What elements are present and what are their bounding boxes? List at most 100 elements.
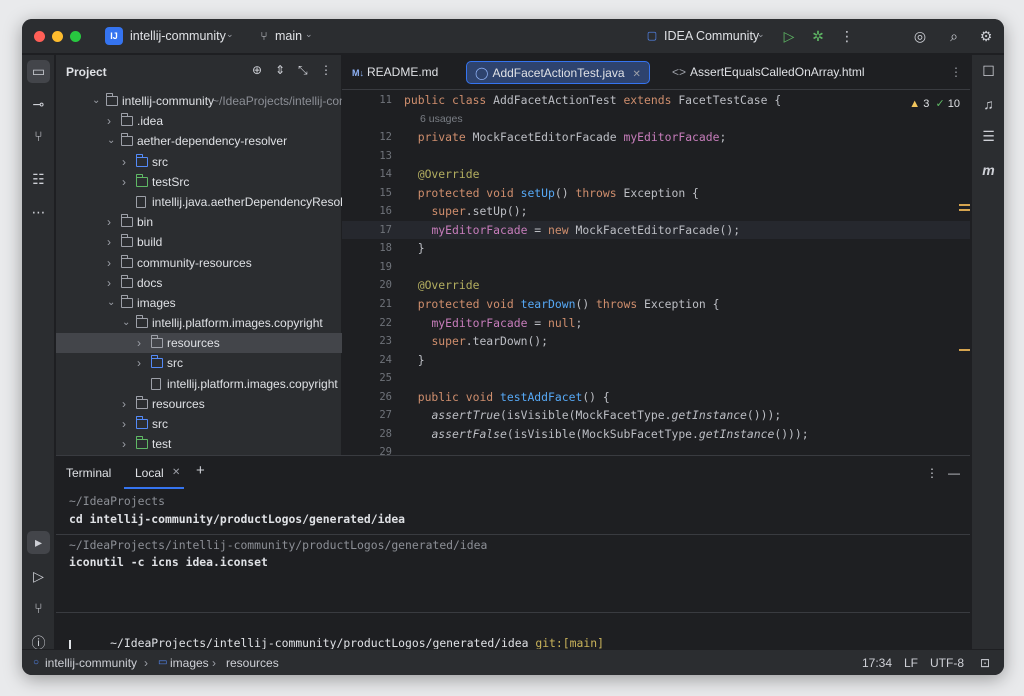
tree-row[interactable]: ⌄ intellij-community ~/IdeaProjects/intell… bbox=[56, 91, 349, 111]
collapse-all-icon[interactable]: ⤡ bbox=[298, 63, 308, 78]
project-tool-icon[interactable]: ▭ bbox=[27, 60, 50, 83]
tree-row[interactable]: › .idea bbox=[56, 111, 342, 131]
code-line[interactable]: 29 bbox=[342, 443, 970, 455]
readonly-lock-icon[interactable]: ⊡ bbox=[980, 656, 990, 670]
more-actions-icon[interactable]: ⋮ bbox=[837, 26, 857, 46]
chevron-right-icon[interactable]: › bbox=[107, 111, 117, 131]
chevron-right-icon[interactable]: › bbox=[122, 434, 132, 454]
chevron-down-icon[interactable]: ⌄ bbox=[122, 313, 132, 333]
notifications-bell-icon[interactable]: ♫ bbox=[977, 93, 1000, 116]
search-icon[interactable]: ⌕ bbox=[944, 26, 964, 46]
chevron-right-icon[interactable]: › bbox=[122, 394, 132, 414]
commit-tool-icon[interactable]: ⊸ bbox=[27, 93, 50, 116]
code-editor[interactable]: ▲ 3 ✓ 10 11 public class AddFacetActionTe… bbox=[342, 91, 970, 455]
code-line[interactable]: 19 bbox=[342, 258, 970, 277]
code-line[interactable]: 15 protected void setUp() throws Excepti… bbox=[342, 184, 970, 203]
zoom-window-button[interactable] bbox=[70, 31, 81, 42]
command-block[interactable]: ~/IdeaProjects cd intellij-community/pro… bbox=[56, 489, 970, 535]
code-line[interactable]: 18 } bbox=[342, 239, 970, 258]
options-icon[interactable]: ⋮ bbox=[320, 63, 332, 77]
chevron-right-icon[interactable]: › bbox=[137, 353, 147, 373]
breadcrumb-resources[interactable]: resources bbox=[226, 656, 279, 670]
tree-row[interactable]: intellij.java.aetherDependencyResolver bbox=[56, 192, 359, 212]
run-icon[interactable]: ▷ bbox=[779, 26, 799, 46]
chevron-right-icon[interactable]: › bbox=[107, 253, 117, 273]
tree-row[interactable]: ⌄ images bbox=[56, 293, 342, 313]
code-line[interactable]: 27 assertTrue(isVisible(MockFacetType.ge… bbox=[342, 406, 970, 425]
tree-row[interactable]: › src bbox=[56, 414, 342, 434]
tree-row[interactable]: intellij.platform.images.copyright bbox=[56, 374, 342, 394]
tab-options-icon[interactable]: ⋮ bbox=[942, 61, 970, 84]
tree-row[interactable]: › src bbox=[56, 353, 342, 373]
tree-row[interactable]: › test bbox=[56, 434, 342, 454]
tree-row[interactable]: ⌄ intellij.platform.images.copyright bbox=[56, 313, 342, 333]
chevron-right-icon[interactable]: › bbox=[122, 172, 132, 192]
code-line[interactable]: 11 public class AddFacetActionTest extend… bbox=[342, 91, 970, 110]
code-line[interactable]: 22 myEditorFacade = null; bbox=[342, 314, 970, 333]
code-line[interactable]: 14 @Override bbox=[342, 165, 970, 184]
close-window-button[interactable] bbox=[34, 31, 45, 42]
terminal-tool-icon[interactable]: ▸ bbox=[27, 531, 50, 554]
more-tools-icon[interactable]: ⋯ bbox=[27, 201, 50, 224]
new-tab-plus-icon[interactable]: + bbox=[196, 462, 205, 479]
tab-addfacetactiontest[interactable]: ◯ AddFacetActionTest.java ✕ bbox=[466, 61, 650, 84]
debug-icon[interactable]: ✲ bbox=[808, 26, 828, 46]
code-line[interactable]: 25 bbox=[342, 369, 970, 388]
tree-row[interactable]: › bin bbox=[56, 212, 342, 232]
code-line[interactable]: 21 protected void tearDown() throws Exce… bbox=[342, 295, 970, 314]
locate-icon[interactable]: ⊕ bbox=[252, 63, 262, 77]
command-block[interactable]: ~/IdeaProjects/intellij-community/produc… bbox=[56, 535, 970, 613]
chevron-right-icon[interactable]: › bbox=[122, 414, 132, 434]
code-line[interactable]: 16 super.setUp(); bbox=[342, 202, 970, 221]
tree-row[interactable]: › testSrc bbox=[56, 172, 342, 192]
tree-row[interactable]: › build bbox=[56, 232, 342, 252]
maven-icon[interactable]: m bbox=[977, 159, 1000, 182]
run-config-selector[interactable]: IDEA Community bbox=[664, 29, 759, 43]
ai-assistant-icon[interactable]: ◎ bbox=[910, 26, 930, 46]
tree-row[interactable]: › src bbox=[56, 152, 342, 172]
chevron-right-icon[interactable]: › bbox=[122, 152, 132, 172]
tree-row[interactable]: › docs bbox=[56, 273, 342, 293]
breadcrumb-images[interactable]: images bbox=[170, 656, 209, 670]
close-tab-icon[interactable]: ✕ bbox=[633, 69, 641, 80]
ai-chat-icon[interactable]: ☐ bbox=[977, 60, 1000, 83]
code-line[interactable]: 24 } bbox=[342, 351, 970, 370]
terminal-tab-local[interactable]: Local bbox=[135, 466, 164, 480]
caret-position[interactable]: 17:34 bbox=[862, 656, 892, 670]
database-icon[interactable]: ☰ bbox=[977, 125, 1000, 148]
breadcrumb-project[interactable]: intellij-community bbox=[45, 656, 137, 670]
chevron-right-icon[interactable]: › bbox=[107, 212, 117, 232]
usages-hint[interactable]: 6 usages bbox=[420, 110, 463, 129]
chevron-right-icon[interactable]: › bbox=[107, 273, 117, 293]
branch-selector[interactable]: main bbox=[275, 29, 302, 43]
code-line[interactable]: 20 @Override bbox=[342, 276, 970, 295]
tree-row[interactable]: › community-resources bbox=[56, 253, 342, 273]
tree-row[interactable]: ⌄ aether-dependency-resolver bbox=[56, 131, 342, 151]
code-line[interactable]: 13 bbox=[342, 147, 970, 166]
hide-panel-icon[interactable]: — bbox=[948, 466, 960, 480]
pull-requests-icon[interactable]: ⑂ bbox=[27, 125, 50, 148]
run-tool-icon[interactable]: ▷ bbox=[27, 565, 50, 588]
chevron-right-icon[interactable]: › bbox=[107, 232, 117, 252]
settings-gear-icon[interactable]: ⚙ bbox=[976, 26, 996, 46]
project-selector[interactable]: intellij-community bbox=[130, 29, 226, 43]
code-line[interactable]: 17 myEditorFacade = new MockFacetEditorF… bbox=[342, 220, 970, 240]
terminal-options-icon[interactable]: ⋮ bbox=[926, 466, 938, 480]
minimize-window-button[interactable] bbox=[52, 31, 63, 42]
chevron-right-icon[interactable]: › bbox=[137, 333, 147, 353]
close-tab-icon[interactable]: ✕ bbox=[172, 467, 180, 478]
code-line[interactable]: 23 super.tearDown(); bbox=[342, 332, 970, 351]
code-line[interactable]: 26 public void testAddFacet() { bbox=[342, 388, 970, 407]
file-encoding[interactable]: UTF-8 bbox=[930, 656, 964, 670]
tab-readme[interactable]: M↓ README.md bbox=[344, 61, 446, 84]
tree-row[interactable]: › resources bbox=[56, 394, 342, 414]
code-line[interactable]: 6 usages bbox=[342, 110, 970, 129]
code-line[interactable]: 12 private MockFacetEditorFacade myEdito… bbox=[342, 128, 970, 147]
code-line[interactable]: 28 assertFalse(isVisible(MockSubFacetTyp… bbox=[342, 425, 970, 444]
git-tool-icon[interactable]: ⑂ bbox=[27, 597, 50, 620]
chevron-down-icon[interactable]: ⌄ bbox=[107, 131, 117, 151]
chevron-down-icon[interactable]: ⌄ bbox=[107, 293, 117, 313]
expand-all-icon[interactable]: ⇕ bbox=[275, 63, 285, 77]
line-ending[interactable]: LF bbox=[904, 656, 918, 670]
tree-row[interactable]: › resources bbox=[56, 333, 342, 354]
